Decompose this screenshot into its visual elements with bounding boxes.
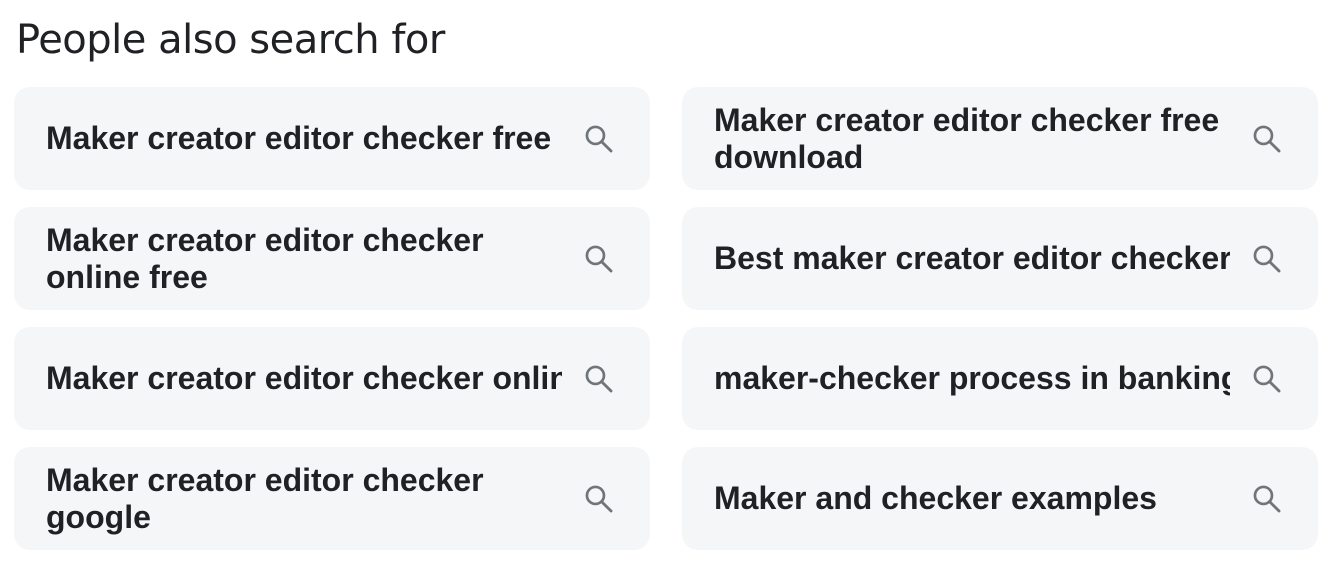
related-search-chip[interactable]: Maker creator editor checker google — [14, 447, 650, 550]
related-searches-grid: Maker creator editor checker free Maker … — [14, 87, 1318, 550]
related-search-text: Maker creator editor checker online — [46, 360, 562, 396]
related-search-chip[interactable]: Maker creator editor checker online free — [14, 207, 650, 310]
search-icon — [1250, 362, 1284, 396]
search-icon — [582, 362, 616, 396]
related-search-chip[interactable]: Maker creator editor checker online — [14, 327, 650, 430]
section-heading: People also search for — [16, 17, 445, 63]
related-search-text: Best maker creator editor checker — [714, 240, 1230, 276]
search-icon — [1250, 122, 1284, 156]
search-icon — [1250, 242, 1284, 276]
related-search-chip[interactable]: Maker creator editor checker free downlo… — [682, 87, 1318, 190]
related-search-text: Maker creator editor checker google — [46, 461, 484, 535]
related-search-text: maker-checker process in banking — [714, 360, 1230, 396]
search-icon — [582, 482, 616, 516]
search-icon — [1250, 482, 1284, 516]
related-search-chip[interactable]: Best maker creator editor checker — [682, 207, 1318, 310]
search-icon — [582, 122, 616, 156]
related-search-text: Maker creator editor checker free — [46, 120, 552, 156]
search-icon — [582, 242, 616, 276]
related-search-text: Maker and checker examples — [714, 480, 1157, 516]
related-search-text: Maker creator editor checker online free — [46, 221, 484, 295]
related-search-chip[interactable]: Maker creator editor checker free — [14, 87, 650, 190]
related-search-chip[interactable]: maker-checker process in banking — [682, 327, 1318, 430]
related-search-chip[interactable]: Maker and checker examples — [682, 447, 1318, 550]
related-search-text: Maker creator editor checker free downlo… — [714, 101, 1220, 175]
